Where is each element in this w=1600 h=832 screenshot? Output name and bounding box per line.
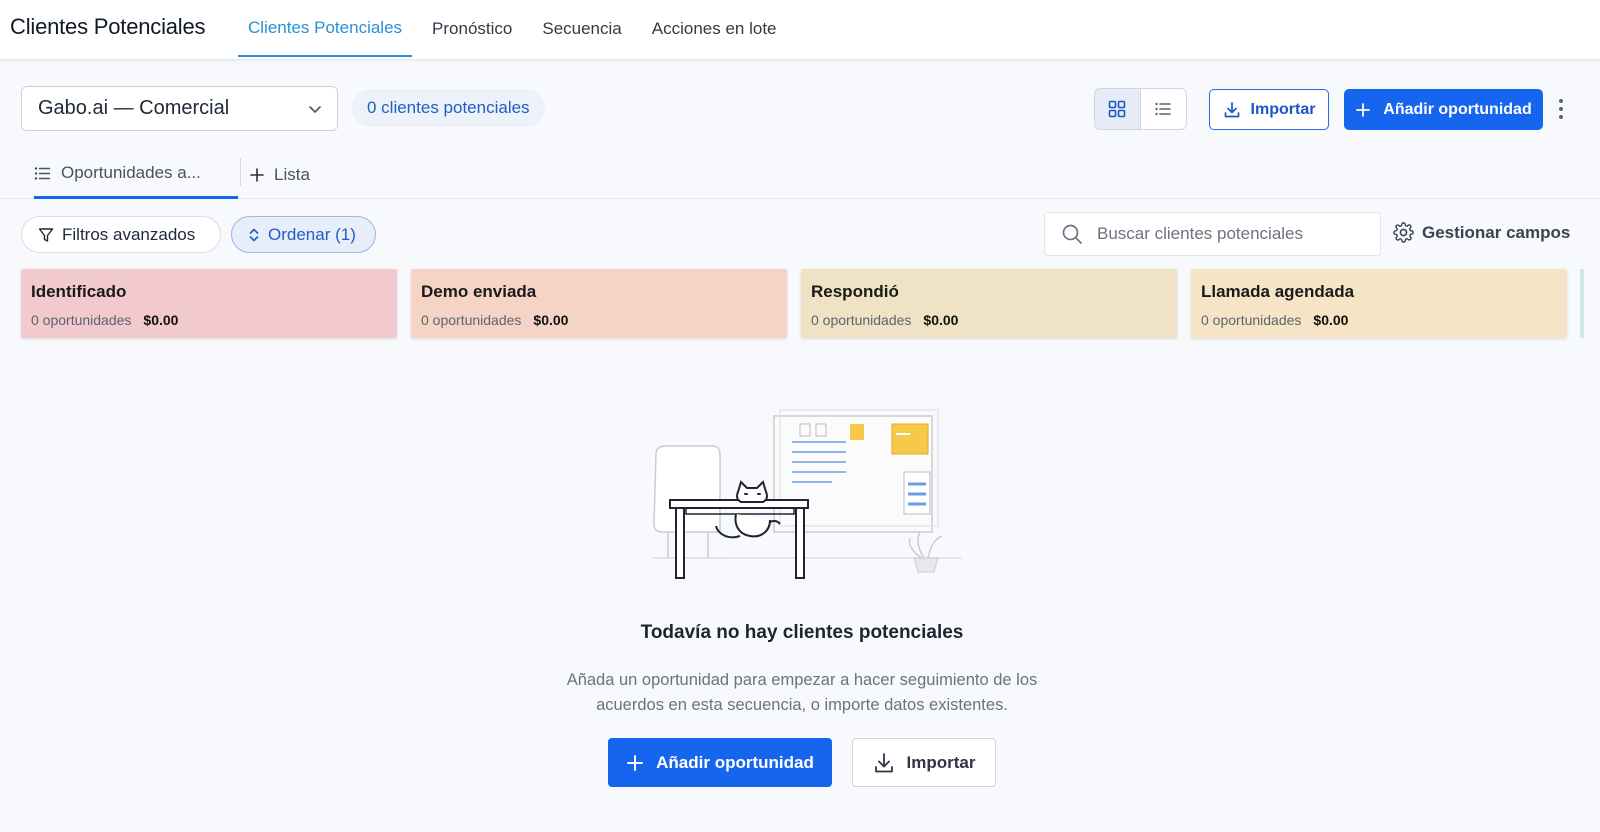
empty-import-button[interactable]: Importar	[852, 738, 996, 787]
sort-icon	[249, 228, 259, 241]
stage-amount: $0.00	[533, 312, 569, 328]
plus-icon	[627, 754, 644, 771]
stage-count: 0 oportunidades	[811, 312, 912, 328]
more-options-icon[interactable]	[1554, 96, 1568, 122]
stage-count: 0 oportunidades	[421, 312, 522, 328]
stage-column-identificado: Identificado 0 oportunidades $0.00	[21, 269, 397, 338]
stage-name: Demo enviada	[421, 282, 537, 301]
next-stage-column-edge	[1580, 269, 1584, 338]
main-tabs: Clientes Potenciales Pronóstico Secuenci…	[238, 0, 797, 60]
add-list-label: Lista	[274, 164, 310, 184]
filter-icon	[38, 227, 54, 242]
add-opportunity-button[interactable]: Añadir oportunidad	[1344, 89, 1543, 130]
stage-name: Respondió	[811, 282, 899, 301]
empty-import-label: Importar	[906, 752, 976, 772]
leads-count-badge: 0 clientes potenciales	[352, 89, 545, 127]
stage-count: 0 oportunidades	[31, 312, 132, 328]
manage-fields-label: Gestionar campos	[1422, 222, 1571, 242]
empty-add-opportunity-label: Añadir oportunidad	[656, 752, 814, 772]
tab-clientes-potenciales[interactable]: Clientes Potenciales	[238, 0, 413, 57]
add-opportunity-label: Añadir oportunidad	[1383, 100, 1532, 118]
list-icon	[1155, 102, 1172, 116]
view-tab-label: Oportunidades a...	[61, 163, 201, 182]
import-button-label: Importar	[1250, 100, 1316, 118]
stage-name: Llamada agendada	[1201, 282, 1355, 301]
advanced-filters-label: Filtros avanzados	[62, 224, 196, 244]
chevron-down-icon	[309, 106, 321, 113]
stage-name: Identificado	[31, 282, 127, 301]
stage-amount: $0.00	[1313, 312, 1349, 328]
view-tab-divider	[240, 158, 241, 186]
stage-column-respondio: Respondió 0 oportunidades $0.00	[801, 269, 1177, 338]
list-view-button[interactable]	[1141, 89, 1187, 129]
plus-icon	[250, 167, 264, 182]
stage-column-demo-enviada: Demo enviada 0 oportunidades $0.00	[411, 269, 787, 338]
add-list-view-button[interactable]: Lista	[250, 150, 310, 199]
stage-column-llamada-agendada: Llamada agendada 0 oportunidades $0.00	[1191, 269, 1567, 338]
pipeline-select-value: Gabo.ai — Comercial	[38, 97, 230, 119]
tab-secuencia[interactable]: Secuencia	[532, 0, 631, 57]
tab-pronostico[interactable]: Pronóstico	[422, 0, 522, 57]
empty-add-opportunity-button[interactable]: Añadir oportunidad	[608, 738, 832, 787]
search-box	[1044, 212, 1381, 256]
empty-state-description: Añada un oportunidad para empezar a hace…	[566, 671, 1038, 714]
view-toggle	[1094, 88, 1187, 130]
download-icon	[874, 752, 893, 772]
import-button[interactable]: Importar	[1209, 89, 1329, 130]
manage-fields-button[interactable]: Gestionar campos	[1393, 222, 1570, 243]
page-title: Clientes Potenciales	[10, 14, 206, 39]
top-header: Clientes Potenciales Clientes Potenciale…	[0, 0, 1600, 60]
list-icon	[34, 166, 51, 180]
empty-state-illustration	[652, 409, 962, 579]
pipeline-select[interactable]: Gabo.ai — Comercial	[21, 86, 338, 131]
sort-label: Ordenar (1)	[268, 224, 356, 244]
empty-state-title: Todavía no hay clientes potenciales	[640, 622, 964, 643]
stage-amount: $0.00	[143, 312, 179, 328]
plus-icon	[1356, 102, 1371, 117]
grid-icon	[1108, 100, 1126, 118]
search-input[interactable]	[1097, 224, 1357, 244]
gear-icon	[1393, 222, 1414, 243]
sort-button[interactable]: Ordenar (1)	[231, 216, 376, 253]
stage-count: 0 oportunidades	[1201, 312, 1302, 328]
search-icon	[1062, 224, 1082, 244]
advanced-filters-button[interactable]: Filtros avanzados	[21, 216, 221, 253]
download-icon	[1224, 101, 1239, 117]
stage-amount: $0.00	[923, 312, 959, 328]
tab-acciones-en-lote[interactable]: Acciones en lote	[642, 0, 787, 57]
view-tab-oportunidades[interactable]: Oportunidades a...	[34, 150, 238, 199]
grid-view-button[interactable]	[1095, 89, 1141, 129]
